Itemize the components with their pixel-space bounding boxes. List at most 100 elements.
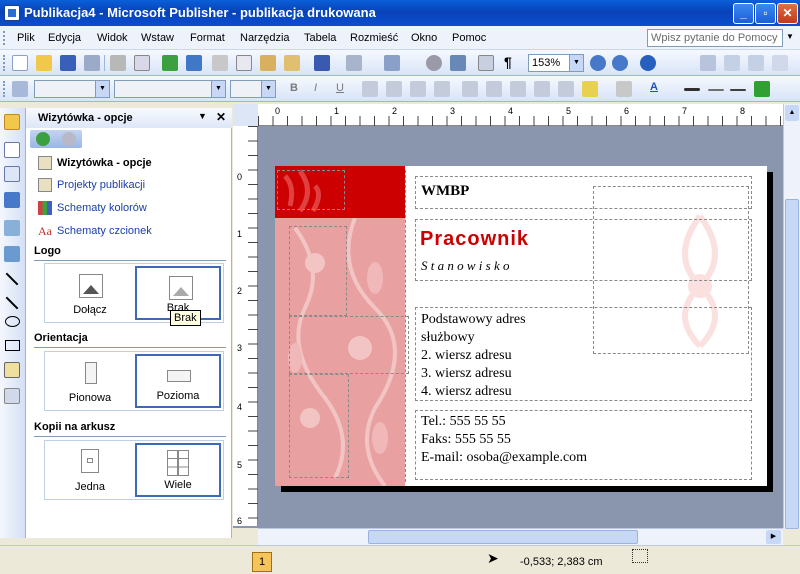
chain-link-icon[interactable]	[700, 55, 716, 71]
org-name-frame[interactable]: WMBP	[415, 176, 752, 209]
link-projekty-publikacji[interactable]: Projekty publikacji	[38, 178, 145, 192]
arrow-style-icon[interactable]	[730, 89, 746, 91]
title-bar[interactable]: Publikacja4 - Microsoft Publisher - publ…	[0, 0, 800, 26]
font-color-icon[interactable]: A	[650, 81, 658, 93]
select-tool-icon[interactable]	[4, 114, 20, 130]
vertical-scroll-thumb[interactable]	[785, 199, 799, 529]
font-dropdown-icon[interactable]: ▼	[211, 81, 225, 97]
align-right-icon[interactable]	[410, 81, 426, 97]
menu-widok[interactable]: Widok	[97, 32, 128, 44]
bold-icon[interactable]: B	[290, 82, 298, 94]
back-icon[interactable]	[36, 132, 50, 146]
copies-option-wiele[interactable]: Wiele	[135, 443, 221, 497]
zoom-out-icon[interactable]	[590, 55, 606, 71]
scroll-up-icon[interactable]: ▲	[785, 105, 799, 121]
text-box-tool-icon[interactable]	[4, 142, 20, 158]
redo-icon[interactable]	[346, 55, 362, 71]
menu-format[interactable]: Format	[190, 32, 225, 44]
menu-wstaw[interactable]: Wstaw	[141, 32, 174, 44]
scroll-right-icon[interactable]: ▶	[766, 530, 781, 544]
dash-style-icon[interactable]	[708, 89, 724, 91]
font-select[interactable]: ▼	[114, 80, 226, 98]
bring-forward-icon[interactable]	[384, 55, 400, 71]
copy-icon[interactable]	[236, 55, 252, 71]
justify-icon[interactable]	[434, 81, 450, 97]
styles-icon[interactable]	[12, 81, 28, 97]
pilcrow-icon[interactable]: ¶	[504, 54, 512, 70]
autoshapes-tool-icon[interactable]	[4, 362, 20, 378]
page-navigator[interactable]: 1	[252, 552, 272, 572]
logo-option-dolacz[interactable]: Dołącz	[47, 266, 133, 320]
increase-indent-icon[interactable]	[534, 81, 550, 97]
bullets-icon[interactable]	[486, 81, 502, 97]
line-color-icon[interactable]	[616, 81, 632, 97]
link-schematy-kolorow[interactable]: Schematy kolorów	[38, 201, 147, 215]
style-dropdown-icon[interactable]: ▼	[95, 81, 109, 97]
format-painter-icon[interactable]	[284, 55, 300, 71]
numbering-icon[interactable]	[462, 81, 478, 97]
permission-icon[interactable]	[84, 55, 100, 71]
arrow-tool-icon[interactable]	[5, 296, 19, 310]
clipart-tool-icon[interactable]	[4, 246, 20, 262]
task-pane-close-icon[interactable]: ✕	[216, 110, 226, 124]
hyperlink-icon[interactable]	[426, 55, 442, 71]
task-pane-menu-icon[interactable]: ▼	[198, 111, 207, 121]
menu-plik[interactable]: Plik	[17, 32, 35, 44]
italic-icon[interactable]: I	[314, 82, 317, 94]
horizontal-scrollbar[interactable]: ▶	[258, 528, 783, 545]
zoom-in-icon[interactable]	[612, 55, 628, 71]
help-search-input[interactable]: Wpisz pytanie do Pomocy	[647, 29, 783, 47]
line-tool-icon[interactable]	[5, 272, 19, 286]
line-style-icon[interactable]	[684, 88, 700, 91]
contact-frame[interactable]: Tel.: 555 55 55 Faks: 555 55 55 E-mail: …	[415, 410, 752, 480]
name-frame[interactable]: Pracownik S t a n o w i s k o	[415, 219, 752, 281]
underline-icon[interactable]: U	[336, 82, 344, 94]
oval-tool-icon[interactable]	[5, 316, 20, 327]
print-icon[interactable]	[110, 55, 126, 71]
print-preview-icon[interactable]	[134, 55, 150, 71]
vertical-scrollbar[interactable]: ▲	[783, 104, 800, 529]
menu-grip[interactable]	[3, 31, 6, 45]
rectangle-tool-icon[interactable]	[5, 340, 20, 351]
paste-icon[interactable]	[260, 55, 276, 71]
horizontal-scroll-thumb[interactable]	[368, 530, 638, 544]
open-icon[interactable]	[36, 55, 52, 71]
research-icon[interactable]	[186, 55, 202, 71]
publisher-app-icon[interactable]	[4, 5, 20, 21]
decrease-indent-icon[interactable]	[510, 81, 526, 97]
menu-edycja[interactable]: Edycja	[48, 32, 81, 44]
minimize-button[interactable]: _	[733, 3, 754, 24]
forward-icon[interactable]	[62, 132, 76, 146]
font-size-select[interactable]: ▼	[230, 80, 276, 98]
design-gallery-tool-icon[interactable]	[4, 388, 20, 404]
help-icon[interactable]	[640, 55, 656, 71]
font-size-dropdown-icon[interactable]: ▼	[261, 81, 275, 97]
table-tool-icon[interactable]	[4, 166, 20, 182]
picture-tool-icon[interactable]	[4, 220, 20, 236]
orientation-option-pionowa[interactable]: Pionowa	[47, 354, 133, 408]
close-button[interactable]: ✕	[777, 3, 798, 24]
spelling-icon[interactable]	[162, 55, 178, 71]
vertical-ruler[interactable]: 0 1 2 3 4 5 6	[233, 126, 258, 526]
help-dropdown-icon[interactable]: ▼	[786, 32, 794, 41]
orientation-option-pozioma[interactable]: Pozioma	[135, 354, 221, 408]
link-wizytowka-opcje[interactable]: Wizytówka - opcje	[38, 156, 152, 170]
new-icon[interactable]	[12, 55, 28, 71]
copies-option-jedna[interactable]: Jedna	[47, 443, 133, 497]
align-left-icon[interactable]	[362, 81, 378, 97]
ruler-corner[interactable]	[233, 104, 258, 126]
zoom-dropdown-icon[interactable]: ▼	[569, 55, 583, 71]
toolbar-grip[interactable]	[3, 55, 6, 71]
horizontal-ruler[interactable]: 0 1 2 3 4 5 6 7 8	[258, 104, 783, 126]
menu-pomoc[interactable]: Pomoc	[452, 32, 486, 44]
frame-icon[interactable]	[748, 55, 764, 71]
link-schematy-czcionek[interactable]: Aa Schematy czcionek	[38, 224, 152, 238]
undo-icon[interactable]	[314, 55, 330, 71]
zoom-select[interactable]: 153% ▼	[528, 54, 584, 72]
logo-frame[interactable]	[277, 170, 345, 210]
menu-rozmiesc[interactable]: Rozmieść	[350, 32, 398, 44]
fill-color-icon[interactable]	[582, 81, 598, 97]
wordart-tool-icon[interactable]	[4, 192, 20, 208]
menu-tabela[interactable]: Tabela	[304, 32, 336, 44]
maximize-button[interactable]: ▫	[755, 3, 776, 24]
